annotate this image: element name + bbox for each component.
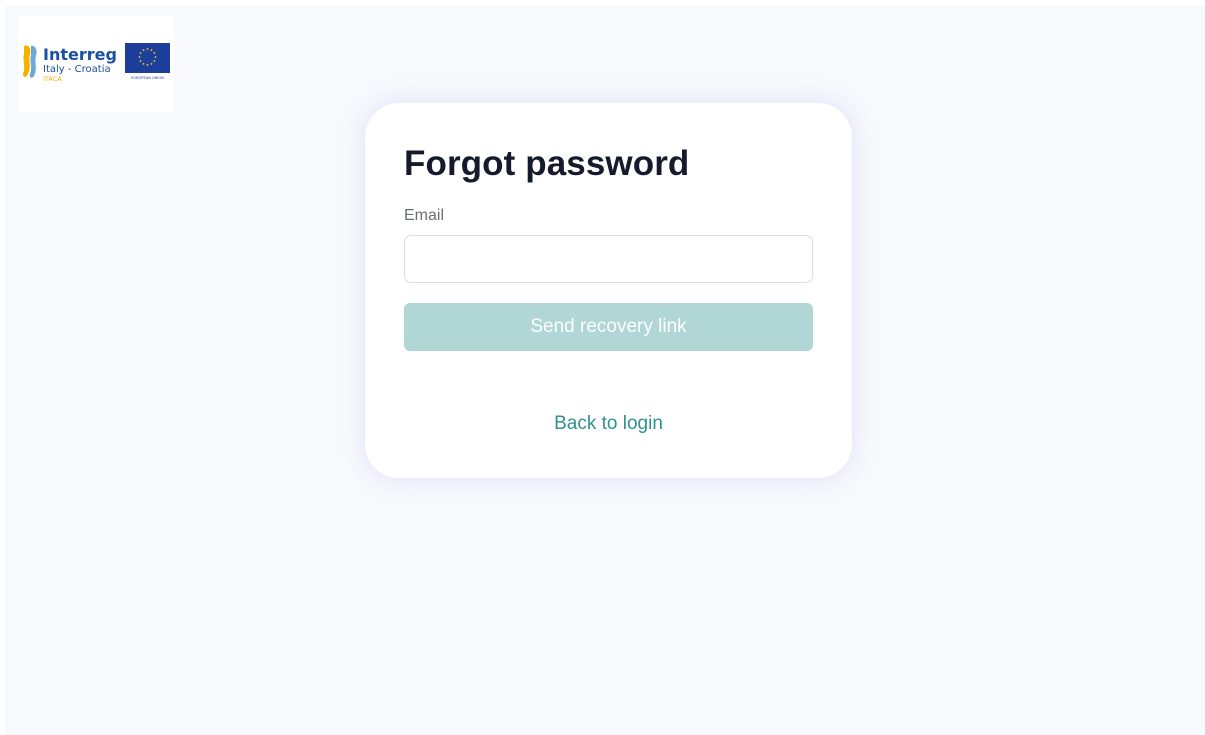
logo-eu-text: EUROPEAN UNION [131,76,164,80]
app-background: Interreg Italy - Croatia ITACA EUROPEAN … [5,6,1205,735]
logo-project-text: ITACA [43,75,62,83]
back-to-login-link[interactable]: Back to login [365,413,852,435]
logo-program-text: Italy - Croatia [43,64,111,75]
send-recovery-link-button[interactable]: Send recovery link [404,303,813,351]
logo-brand-text: Interreg [43,45,117,64]
forgot-password-card: Forgot password Email Send recovery link… [365,103,852,478]
email-field[interactable] [404,235,813,283]
page-title: Forgot password [404,144,690,183]
email-label: Email [404,207,445,224]
interreg-logo: Interreg Italy - Croatia ITACA EUROPEAN … [18,16,174,112]
